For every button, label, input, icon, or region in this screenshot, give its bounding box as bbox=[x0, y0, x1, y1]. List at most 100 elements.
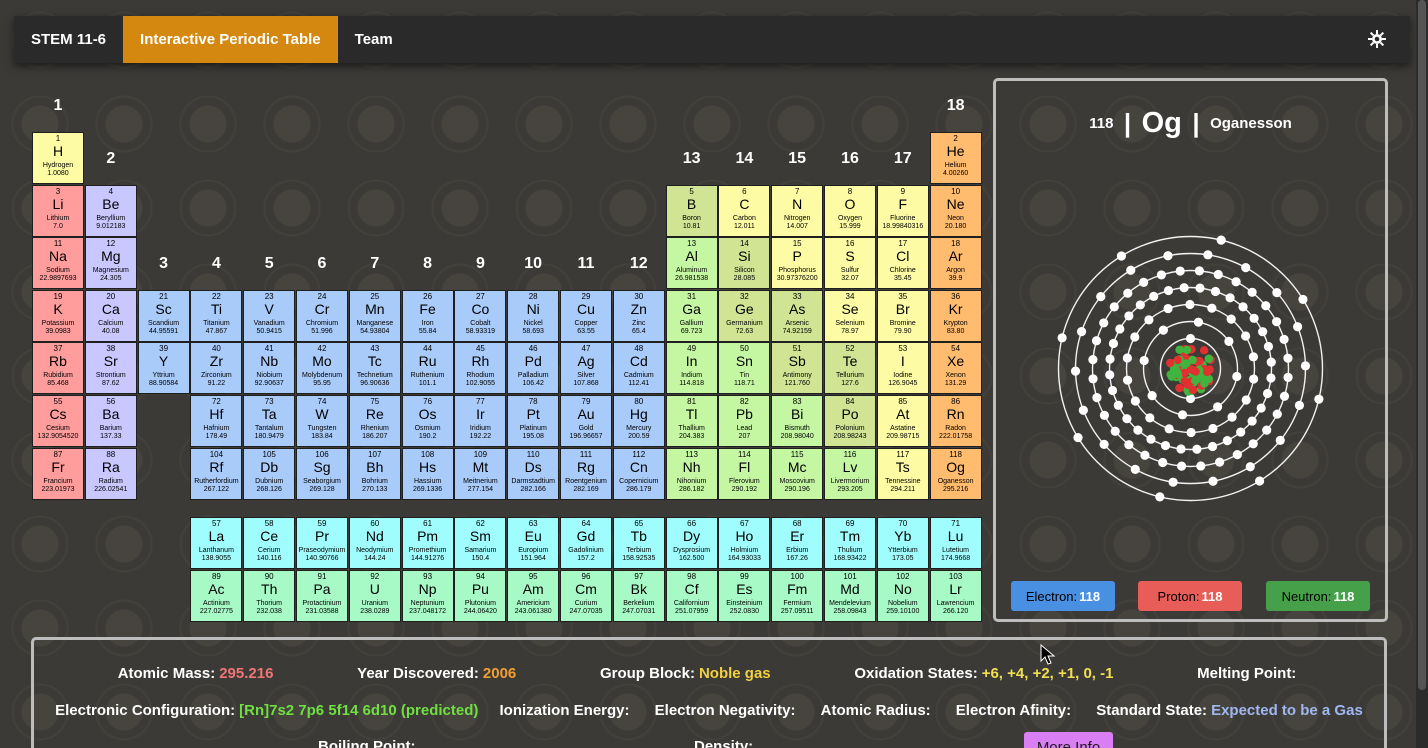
element-kr[interactable]: 36 Kr Krypton 83.80 bbox=[929, 289, 982, 342]
element-pm[interactable]: 61 Pm Promethium 144.91276 bbox=[401, 517, 454, 569]
element-te[interactable]: 52 Te Tellurium 127.6 bbox=[824, 342, 876, 395]
element-sm[interactable]: 62 Sm Samarium 150.4 bbox=[454, 517, 507, 569]
element-pd[interactable]: 46 Pd Palladium 106.42 bbox=[507, 342, 560, 395]
element-mo[interactable]: 42 Mo Molybdenum 95.95 bbox=[296, 342, 348, 395]
element-nb[interactable]: 41 Nb Niobium 92.90637 bbox=[243, 342, 296, 395]
neutron-button[interactable]: Neutron: 118 bbox=[1266, 581, 1370, 611]
element-ga[interactable]: 31 Ga Gallium 69.723 bbox=[665, 289, 718, 342]
element-am[interactable]: 95 Am Americium 243.061380 bbox=[507, 569, 560, 622]
element-si[interactable]: 14 Si Silicon 28.085 bbox=[718, 237, 771, 290]
element-ho[interactable]: 67 Ho Holmium 164.93033 bbox=[718, 517, 771, 569]
element-n[interactable]: 7 N Nitrogen 14.007 bbox=[771, 184, 824, 237]
element-ds[interactable]: 110 Ds Darmstadtium 282.166 bbox=[507, 447, 560, 500]
element-cn[interactable]: 112 Cn Copernicium 286.179 bbox=[612, 447, 665, 500]
element-b[interactable]: 5 B Boron 10.81 bbox=[665, 184, 718, 237]
element-f[interactable]: 9 F Fluorine 18.99840316 bbox=[876, 184, 929, 237]
element-fr[interactable]: 87 Fr Francium 223.01973 bbox=[32, 447, 84, 500]
element-sb[interactable]: 51 Sb Antimony 121.760 bbox=[771, 342, 824, 395]
element-ni[interactable]: 28 Ni Nickel 58.693 bbox=[507, 289, 560, 342]
element-no[interactable]: 102 No Nobelium 259.10100 bbox=[876, 569, 929, 622]
element-hf[interactable]: 72 Hf Hafnium 178.49 bbox=[190, 395, 243, 447]
element-cr[interactable]: 24 Cr Chromium 51.996 bbox=[296, 289, 348, 342]
element-eu[interactable]: 63 Eu Europium 151.964 bbox=[507, 517, 560, 569]
element-u[interactable]: 92 U Uranium 238.0289 bbox=[348, 569, 401, 622]
element-mg[interactable]: 12 Mg Magnesium 24.305 bbox=[84, 237, 137, 290]
element-ts[interactable]: 117 Ts Tennessine 294.211 bbox=[876, 447, 929, 500]
element-rn[interactable]: 86 Rn Radon 222.01758 bbox=[929, 395, 982, 447]
element-tl[interactable]: 81 Tl Thallium 204.383 bbox=[665, 395, 718, 447]
element-er[interactable]: 68 Er Erbium 167.26 bbox=[771, 517, 824, 569]
element-at[interactable]: 85 At Astatine 209.98715 bbox=[876, 395, 929, 447]
element-sc[interactable]: 21 Sc Scandium 44.95591 bbox=[137, 289, 190, 342]
element-ba[interactable]: 56 Ba Barium 137.33 bbox=[84, 395, 137, 447]
element-in[interactable]: 49 In Indium 114.818 bbox=[665, 342, 718, 395]
element-v[interactable]: 23 V Vanadium 50.9415 bbox=[243, 289, 296, 342]
more-info-button[interactable]: More Info bbox=[1024, 732, 1113, 748]
element-mc[interactable]: 115 Mc Moscovium 290.196 bbox=[771, 447, 824, 500]
element-pu[interactable]: 94 Pu Plutonium 244.06420 bbox=[454, 569, 507, 622]
element-c[interactable]: 6 C Carbon 12.011 bbox=[718, 184, 771, 237]
element-sg[interactable]: 106 Sg Seaborgium 269.128 bbox=[296, 447, 348, 500]
element-pr[interactable]: 59 Pr Praseodymium 140.90766 bbox=[296, 517, 348, 569]
element-sn[interactable]: 50 Sn Tin 118.71 bbox=[718, 342, 771, 395]
element-ce[interactable]: 58 Ce Cerium 140.116 bbox=[243, 517, 296, 569]
element-rh[interactable]: 45 Rh Rhodium 102.9055 bbox=[454, 342, 507, 395]
element-rf[interactable]: 104 Rf Rutherfordium 267.122 bbox=[190, 447, 243, 500]
element-al[interactable]: 13 Al Aluminum 26.981538 bbox=[665, 237, 718, 290]
element-p[interactable]: 15 P Phosphorus 30.97376200 bbox=[771, 237, 824, 290]
nav-item[interactable]: STEM 11-6 bbox=[14, 16, 123, 63]
element-tm[interactable]: 69 Tm Thulium 168.93422 bbox=[824, 517, 876, 569]
element-mt[interactable]: 109 Mt Meitnerium 277.154 bbox=[454, 447, 507, 500]
element-cs[interactable]: 55 Cs Cesium 132.9054520 bbox=[32, 395, 84, 447]
element-th[interactable]: 90 Th Thorium 232.038 bbox=[243, 569, 296, 622]
element-md[interactable]: 101 Md Mendelevium 258.09843 bbox=[824, 569, 876, 622]
electron-button[interactable]: Electron: 118 bbox=[1011, 581, 1115, 611]
element-dy[interactable]: 66 Dy Dysprosium 162.500 bbox=[665, 517, 718, 569]
element-bh[interactable]: 107 Bh Bohrium 270.133 bbox=[348, 447, 401, 500]
element-sr[interactable]: 38 Sr Strontium 87.62 bbox=[84, 342, 137, 395]
element-ra[interactable]: 88 Ra Radium 226.02541 bbox=[84, 447, 137, 500]
element-cu[interactable]: 29 Cu Copper 63.55 bbox=[560, 289, 612, 342]
element-lu[interactable]: 71 Lu Lutetium 174.9668 bbox=[929, 517, 982, 569]
element-i[interactable]: 53 I Iodine 126.9045 bbox=[876, 342, 929, 395]
element-ac[interactable]: 89 Ac Actinium 227.02775 bbox=[190, 569, 243, 622]
element-lr[interactable]: 103 Lr Lawrencium 266.120 bbox=[929, 569, 982, 622]
element-w[interactable]: 74 W Tungsten 183.84 bbox=[296, 395, 348, 447]
scrollbar-thumb[interactable] bbox=[1418, 0, 1426, 690]
element-pa[interactable]: 91 Pa Protactinium 231.03588 bbox=[296, 569, 348, 622]
element-hg[interactable]: 80 Hg Mercury 200.59 bbox=[612, 395, 665, 447]
element-ge[interactable]: 32 Ge Germanium 72.63 bbox=[718, 289, 771, 342]
scrollbar[interactable] bbox=[1416, 0, 1428, 748]
element-cf[interactable]: 98 Cf Californium 251.07959 bbox=[665, 569, 718, 622]
element-es[interactable]: 99 Es Einsteinium 252.0830 bbox=[718, 569, 771, 622]
element-br[interactable]: 35 Br Bromine 79.90 bbox=[876, 289, 929, 342]
element-pt[interactable]: 78 Pt Platinum 195.08 bbox=[507, 395, 560, 447]
element-be[interactable]: 4 Be Beryllium 9.012183 bbox=[84, 184, 137, 237]
element-na[interactable]: 11 Na Sodium 22.9897693 bbox=[32, 237, 84, 290]
element-tc[interactable]: 43 Tc Technetium 96.90636 bbox=[348, 342, 401, 395]
element-fl[interactable]: 114 Fl Flerovium 290.192 bbox=[718, 447, 771, 500]
element-ca[interactable]: 20 Ca Calcium 40.08 bbox=[84, 289, 137, 342]
element-pb[interactable]: 82 Pb Lead 207 bbox=[718, 395, 771, 447]
element-as[interactable]: 33 As Arsenic 74.92159 bbox=[771, 289, 824, 342]
element-au[interactable]: 79 Au Gold 196.96657 bbox=[560, 395, 612, 447]
element-tb[interactable]: 65 Tb Terbium 158.92535 bbox=[612, 517, 665, 569]
element-gd[interactable]: 64 Gd Gadolinium 157.2 bbox=[560, 517, 612, 569]
element-o[interactable]: 8 O Oxygen 15.999 bbox=[824, 184, 876, 237]
proton-button[interactable]: Proton: 118 bbox=[1138, 581, 1242, 611]
nav-item[interactable]: Team bbox=[338, 16, 410, 63]
element-cl[interactable]: 17 Cl Chlorine 35.45 bbox=[876, 237, 929, 290]
element-lv[interactable]: 116 Lv Livermorium 293.205 bbox=[824, 447, 876, 500]
element-zn[interactable]: 30 Zn Zinc 65.4 bbox=[612, 289, 665, 342]
element-yb[interactable]: 70 Yb Ytterbium 173.05 bbox=[876, 517, 929, 569]
element-og[interactable]: 118 Og Oganesson 295.216 bbox=[929, 447, 982, 500]
element-h[interactable]: 1 H Hydrogen 1.0080 bbox=[32, 132, 84, 184]
element-xe[interactable]: 54 Xe Xenon 131.29 bbox=[929, 342, 982, 395]
element-ag[interactable]: 47 Ag Silver 107.868 bbox=[560, 342, 612, 395]
element-ar[interactable]: 18 Ar Argon 39.9 bbox=[929, 237, 982, 290]
element-zr[interactable]: 40 Zr Zirconium 91.22 bbox=[190, 342, 243, 395]
element-ta[interactable]: 73 Ta Tantalum 180.9479 bbox=[243, 395, 296, 447]
element-s[interactable]: 16 S Sulfur 32.07 bbox=[824, 237, 876, 290]
element-ir[interactable]: 77 Ir Iridium 192.22 bbox=[454, 395, 507, 447]
element-k[interactable]: 19 K Potassium 39.0983 bbox=[32, 289, 84, 342]
